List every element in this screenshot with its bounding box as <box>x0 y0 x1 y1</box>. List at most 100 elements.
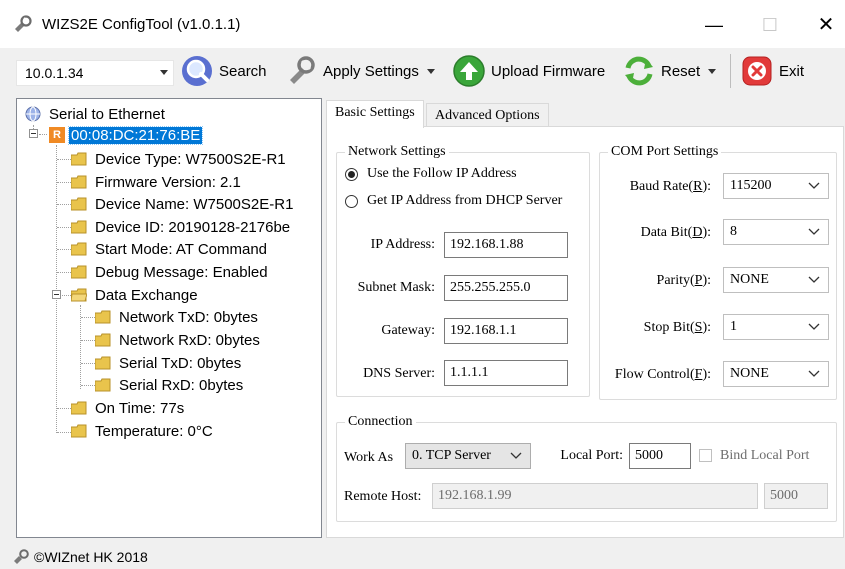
folder-icon <box>71 220 87 234</box>
tree-connector <box>57 204 71 205</box>
tree-item-label: Data Exchange <box>95 286 198 304</box>
exit-icon <box>742 56 772 86</box>
folder-icon <box>95 356 111 370</box>
tree-connector <box>81 385 95 386</box>
stop-bit-select[interactable]: 1 <box>723 314 829 340</box>
collapse-toggle[interactable] <box>29 129 38 138</box>
radio-indicator[interactable] <box>345 167 358 181</box>
chevron-down-icon[interactable] <box>708 68 717 74</box>
search-label: Search <box>219 62 267 80</box>
minimize-button[interactable]: — <box>694 10 734 40</box>
search-icon <box>182 56 212 86</box>
chevron-down-icon[interactable] <box>426 68 435 74</box>
folder-icon <box>71 175 87 189</box>
folder-icon <box>71 424 87 438</box>
upload-arrow-icon <box>453 55 485 87</box>
bind-local-port-label: Bind Local Port <box>720 448 810 463</box>
maximize-button[interactable]: ☐ <box>750 10 790 40</box>
title-bar: WIZS2E ConfigTool (v1.0.1.1) — ☐ ✕ <box>0 0 845 48</box>
wrench-plug-icon <box>14 548 29 564</box>
tree-item-on-time[interactable]: On Time: 77s <box>71 397 186 419</box>
stop-bit-value: 1 <box>730 319 737 334</box>
local-port-field[interactable]: 5000 <box>629 443 691 469</box>
work-as-select[interactable]: 0. TCP Server <box>405 443 531 469</box>
collapse-toggle[interactable] <box>52 290 61 299</box>
tree-connector <box>39 134 47 135</box>
tree-item-label: Network TxD: 0bytes <box>119 308 258 326</box>
tree-root[interactable]: Serial to Ethernet <box>25 103 167 125</box>
gateway-label: Gateway: <box>381 323 435 338</box>
connection-title: Connection <box>345 414 416 430</box>
exit-button[interactable]: Exit <box>740 52 804 90</box>
chevron-down-icon[interactable] <box>160 70 168 75</box>
tree-connector <box>81 317 95 318</box>
data-bit-value: 8 <box>730 224 737 239</box>
tree-item-device-name[interactable]: Device Name: W7500S2E-R1 <box>71 193 295 215</box>
apply-settings-button[interactable]: Apply Settings <box>284 52 435 90</box>
baud-rate-label: Baud Rate(R): <box>629 179 711 194</box>
data-bit-select[interactable]: 8 <box>723 219 829 245</box>
folder-icon <box>95 378 111 392</box>
reset-button[interactable]: Reset <box>622 52 717 90</box>
wrench-plug-icon <box>15 15 32 32</box>
tree-item-debug-message[interactable]: Debug Message: Enabled <box>71 261 270 283</box>
tree-item-data-exchange[interactable]: Data Exchange <box>71 284 200 306</box>
bind-local-port-checkbox[interactable] <box>699 449 712 462</box>
network-settings-title: Network Settings <box>345 144 449 160</box>
upload-firmware-button[interactable]: Upload Firmware <box>452 52 605 90</box>
status-bar: ©WIZnet HK 2018 <box>0 544 845 569</box>
chevron-down-icon <box>808 228 820 235</box>
local-port-label: Local Port: <box>560 448 623 463</box>
tree-item-label: Temperature: 0°C <box>95 422 213 440</box>
close-button[interactable]: ✕ <box>806 10 845 40</box>
tree-item-label: Firmware Version: 2.1 <box>95 173 241 191</box>
remote-host-field[interactable]: 192.168.1.99 <box>432 483 758 509</box>
search-button[interactable]: Search <box>180 52 267 90</box>
tree-item-network-txd[interactable]: Network TxD: 0bytes <box>95 306 260 328</box>
tree-item-network-rxd[interactable]: Network RxD: 0bytes <box>95 329 262 351</box>
radio-static-ip[interactable]: Use the Follow IP Address <box>345 166 517 182</box>
folder-icon <box>71 401 87 415</box>
tree-item-label: Device Name: W7500S2E-R1 <box>95 195 294 213</box>
ip-address-field[interactable]: 192.168.1.88 <box>444 232 568 258</box>
work-as-value: 0. TCP Server <box>412 448 491 463</box>
tree-item-serial-rxd[interactable]: Serial RxD: 0bytes <box>95 374 245 396</box>
tree-item-start-mode[interactable]: Start Mode: AT Command <box>71 238 269 260</box>
tree-item-label: Network RxD: 0bytes <box>119 331 260 349</box>
com-port-settings-title: COM Port Settings <box>608 144 722 160</box>
radio-dhcp[interactable]: Get IP Address from DHCP Server <box>345 193 562 209</box>
gateway-field[interactable]: 192.168.1.1 <box>444 318 568 344</box>
tree-connector <box>57 249 71 250</box>
radio-indicator[interactable] <box>345 194 358 208</box>
tree-connector <box>57 159 71 160</box>
chevron-down-icon <box>510 452 522 459</box>
work-as-label: Work As <box>344 450 394 465</box>
parity-select[interactable]: NONE <box>723 267 829 293</box>
tree-connector <box>57 272 71 273</box>
folder-icon <box>71 197 87 211</box>
tree-item-device-type[interactable]: Device Type: W7500S2E-R1 <box>71 148 288 170</box>
flow-control-select[interactable]: NONE <box>723 361 829 387</box>
tree-connector <box>57 227 71 228</box>
remote-port-field[interactable]: 5000 <box>764 483 828 509</box>
device-badge: R <box>49 127 65 143</box>
dns-server-field[interactable]: 1.1.1.1 <box>444 360 568 386</box>
tree-item-temperature[interactable]: Temperature: 0°C <box>71 420 215 442</box>
subnet-mask-field[interactable]: 255.255.255.0 <box>444 275 568 301</box>
radio-static-label: Use the Follow IP Address <box>367 166 517 181</box>
device-mac-label: 00:08:DC:21:76:BE <box>67 125 204 145</box>
tree-item-device[interactable]: R 00:08:DC:21:76:BE <box>49 124 204 146</box>
baud-rate-select[interactable]: 115200 <box>723 173 829 199</box>
tree-item-label: Serial TxD: 0bytes <box>119 354 242 372</box>
tree-item-device-id[interactable]: Device ID: 20190128-2176be <box>71 216 292 238</box>
tree-item-label: Start Mode: AT Command <box>95 240 268 258</box>
tab-basic-settings[interactable]: Basic Settings <box>326 100 424 128</box>
folder-icon <box>71 152 87 166</box>
tree-item-label: Device ID: 20190128-2176be <box>95 218 291 236</box>
settings-panel: Network Settings Use the Follow IP Addre… <box>326 126 844 538</box>
tree-item-firmware-version[interactable]: Firmware Version: 2.1 <box>71 171 243 193</box>
tree-item-serial-txd[interactable]: Serial TxD: 0bytes <box>95 352 243 374</box>
ip-address-combobox[interactable]: 10.0.1.34 <box>16 60 174 86</box>
folder-icon <box>71 242 87 256</box>
flow-control-label: Flow Control(F): <box>614 367 711 382</box>
